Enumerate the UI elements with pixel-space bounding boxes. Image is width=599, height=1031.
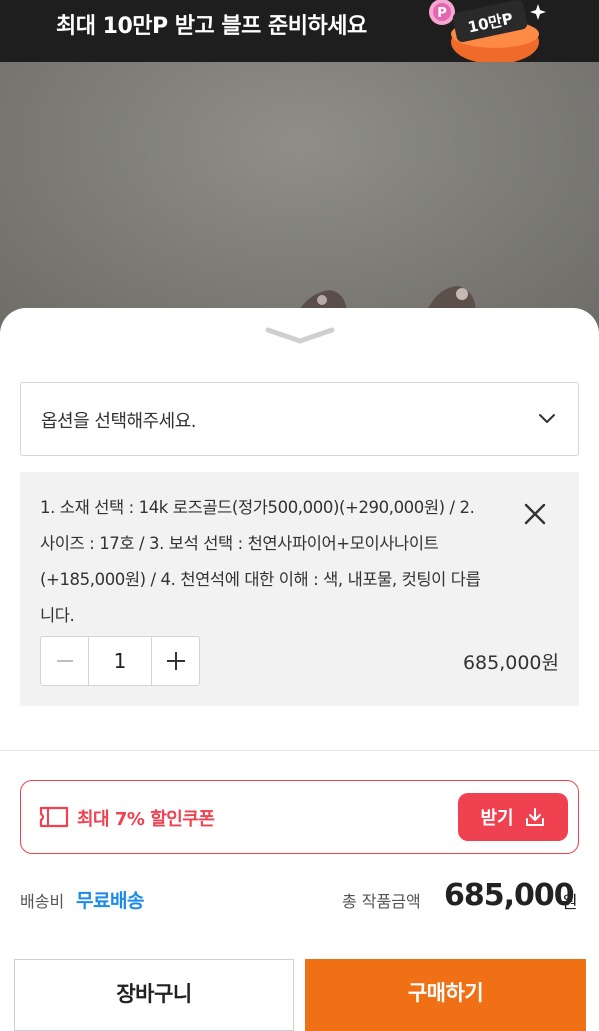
promo-coin-icon: P 10만P	[429, 0, 546, 62]
shipping-label: 배송비	[20, 892, 65, 911]
coupon-label: 최대 7% 할인쿠폰	[77, 809, 215, 830]
coupon-ticket-icon	[39, 806, 69, 828]
add-to-cart-button[interactable]: 장바구니	[14, 959, 294, 1031]
increase-quantity-button[interactable]	[151, 637, 199, 685]
selected-option-card: 1. 소재 선택 : 14k 로즈골드(정가500,000)(+290,000원…	[20, 472, 579, 706]
buy-now-label: 구매하기	[407, 981, 484, 1005]
coupon-banner[interactable]: 최대 7% 할인쿠폰 받기	[20, 780, 579, 854]
quantity-stepper: 1	[40, 636, 200, 686]
ring-image	[290, 286, 476, 332]
minus-icon	[56, 660, 73, 662]
total-price-unit: 원	[562, 893, 578, 913]
svg-text:P: P	[437, 6, 447, 21]
buy-now-button[interactable]: 구매하기	[305, 959, 586, 1031]
option-select[interactable]: 옵션을 선택해주세요.	[20, 382, 579, 456]
get-coupon-label: 받기	[480, 808, 514, 829]
product-photo	[0, 62, 599, 332]
selected-option-description: 1. 소재 선택 : 14k 로즈골드(정가500,000)(+290,000원…	[40, 498, 481, 625]
sheet-collapse-icon[interactable]	[264, 324, 336, 346]
option-line-price: 685,000원	[462, 652, 559, 674]
promo-banner-text: 최대 10만P 받고 블프 준비하세요	[56, 14, 367, 39]
shipping-value: 무료배송	[76, 890, 144, 912]
section-divider	[0, 750, 599, 751]
close-icon[interactable]	[523, 502, 547, 526]
download-icon	[525, 808, 544, 826]
option-select-placeholder: 옵션을 선택해주세요.	[41, 411, 196, 432]
option-bottom-sheet: 옵션을 선택해주세요. 1. 소재 선택 : 14k 로즈골드(정가500,00…	[0, 308, 599, 1031]
chevron-down-icon	[539, 414, 555, 423]
promo-banner[interactable]: 최대 10만P 받고 블프 준비하세요 P 10만P	[0, 0, 599, 62]
decrease-quantity-button[interactable]	[41, 637, 89, 685]
total-label: 총 작품금액	[342, 892, 421, 911]
plus-icon	[166, 652, 185, 670]
get-coupon-button[interactable]: 받기	[458, 793, 568, 841]
total-price: 685,000	[444, 878, 575, 913]
add-to-cart-label: 장바구니	[116, 982, 192, 1006]
quantity-value[interactable]: 1	[89, 637, 151, 685]
